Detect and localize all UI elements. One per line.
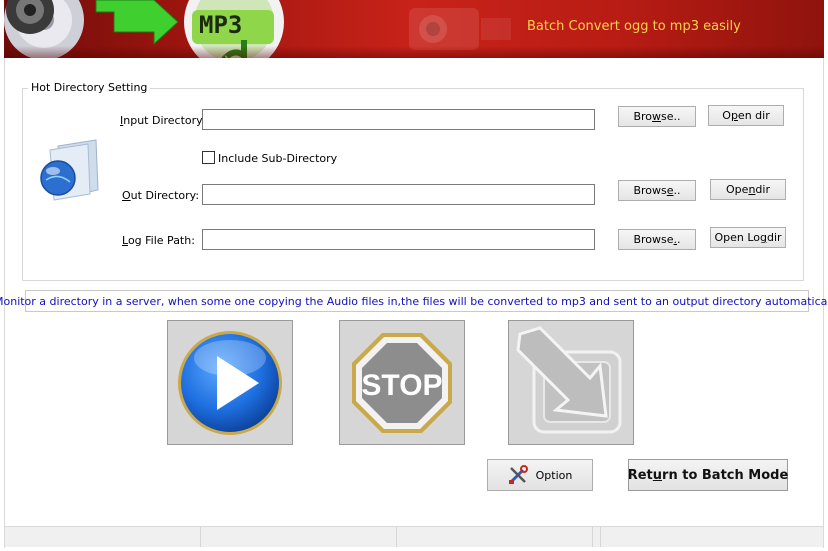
include-subdirectory-label: Include Sub-Directory <box>218 152 338 165</box>
option-button[interactable]: Option <box>487 459 593 491</box>
monitor-info-text: Monitor a directory in a server, when so… <box>0 290 828 312</box>
open-logdir-button[interactable]: Open Lo g dir <box>710 227 786 248</box>
groupbox-legend: Hot Directory Setting <box>28 81 151 94</box>
stop-button[interactable]: STOP <box>339 320 465 445</box>
option-label: Option <box>535 468 573 482</box>
input-open-dir-button[interactable]: Op en dir <box>708 105 784 126</box>
folder-globe-icon <box>40 139 99 201</box>
log-file-path-label: Log File Path: <box>122 234 195 247</box>
tools-icon <box>508 465 528 484</box>
out-browse-button[interactable]: Brows e.. <box>618 180 696 201</box>
out-open-dir-button[interactable]: Ope n dir <box>710 179 786 200</box>
start-button[interactable] <box>167 320 293 445</box>
stop-sign-text: STOP <box>361 369 442 402</box>
play-icon <box>178 330 282 435</box>
log-browse-button[interactable]: Browse.. <box>618 229 696 250</box>
input-directory-label: Input Directory: <box>120 114 206 127</box>
status-panel-5 <box>601 527 823 547</box>
status-bar <box>5 526 823 547</box>
banner-title: Batch Convert ogg to mp3 easily <box>527 19 741 34</box>
return-to-batch-mode-button[interactable]: Ret u rn to Batch Mode <box>628 459 788 491</box>
out-directory-field[interactable] <box>202 184 595 205</box>
mp3-badge: MP3 <box>199 11 243 39</box>
minimize-to-tray-button[interactable] <box>508 320 634 445</box>
status-panel-4 <box>593 527 601 547</box>
arrow-to-tray-icon <box>516 325 622 433</box>
log-file-path-field[interactable] <box>202 229 595 250</box>
status-panel-1 <box>5 527 201 547</box>
status-panel-3 <box>397 527 593 547</box>
out-directory-label: Out Directory: <box>122 189 200 202</box>
stop-sign-icon: STOP <box>352 332 452 433</box>
include-subdirectory-checkbox[interactable] <box>202 151 215 164</box>
status-panel-2 <box>201 527 397 547</box>
input-browse-button[interactable]: Bro w se.. <box>618 106 696 127</box>
header-banner: MP3 Batch Convert ogg to mp3 easily <box>4 0 824 58</box>
input-directory-field[interactable] <box>202 109 595 130</box>
